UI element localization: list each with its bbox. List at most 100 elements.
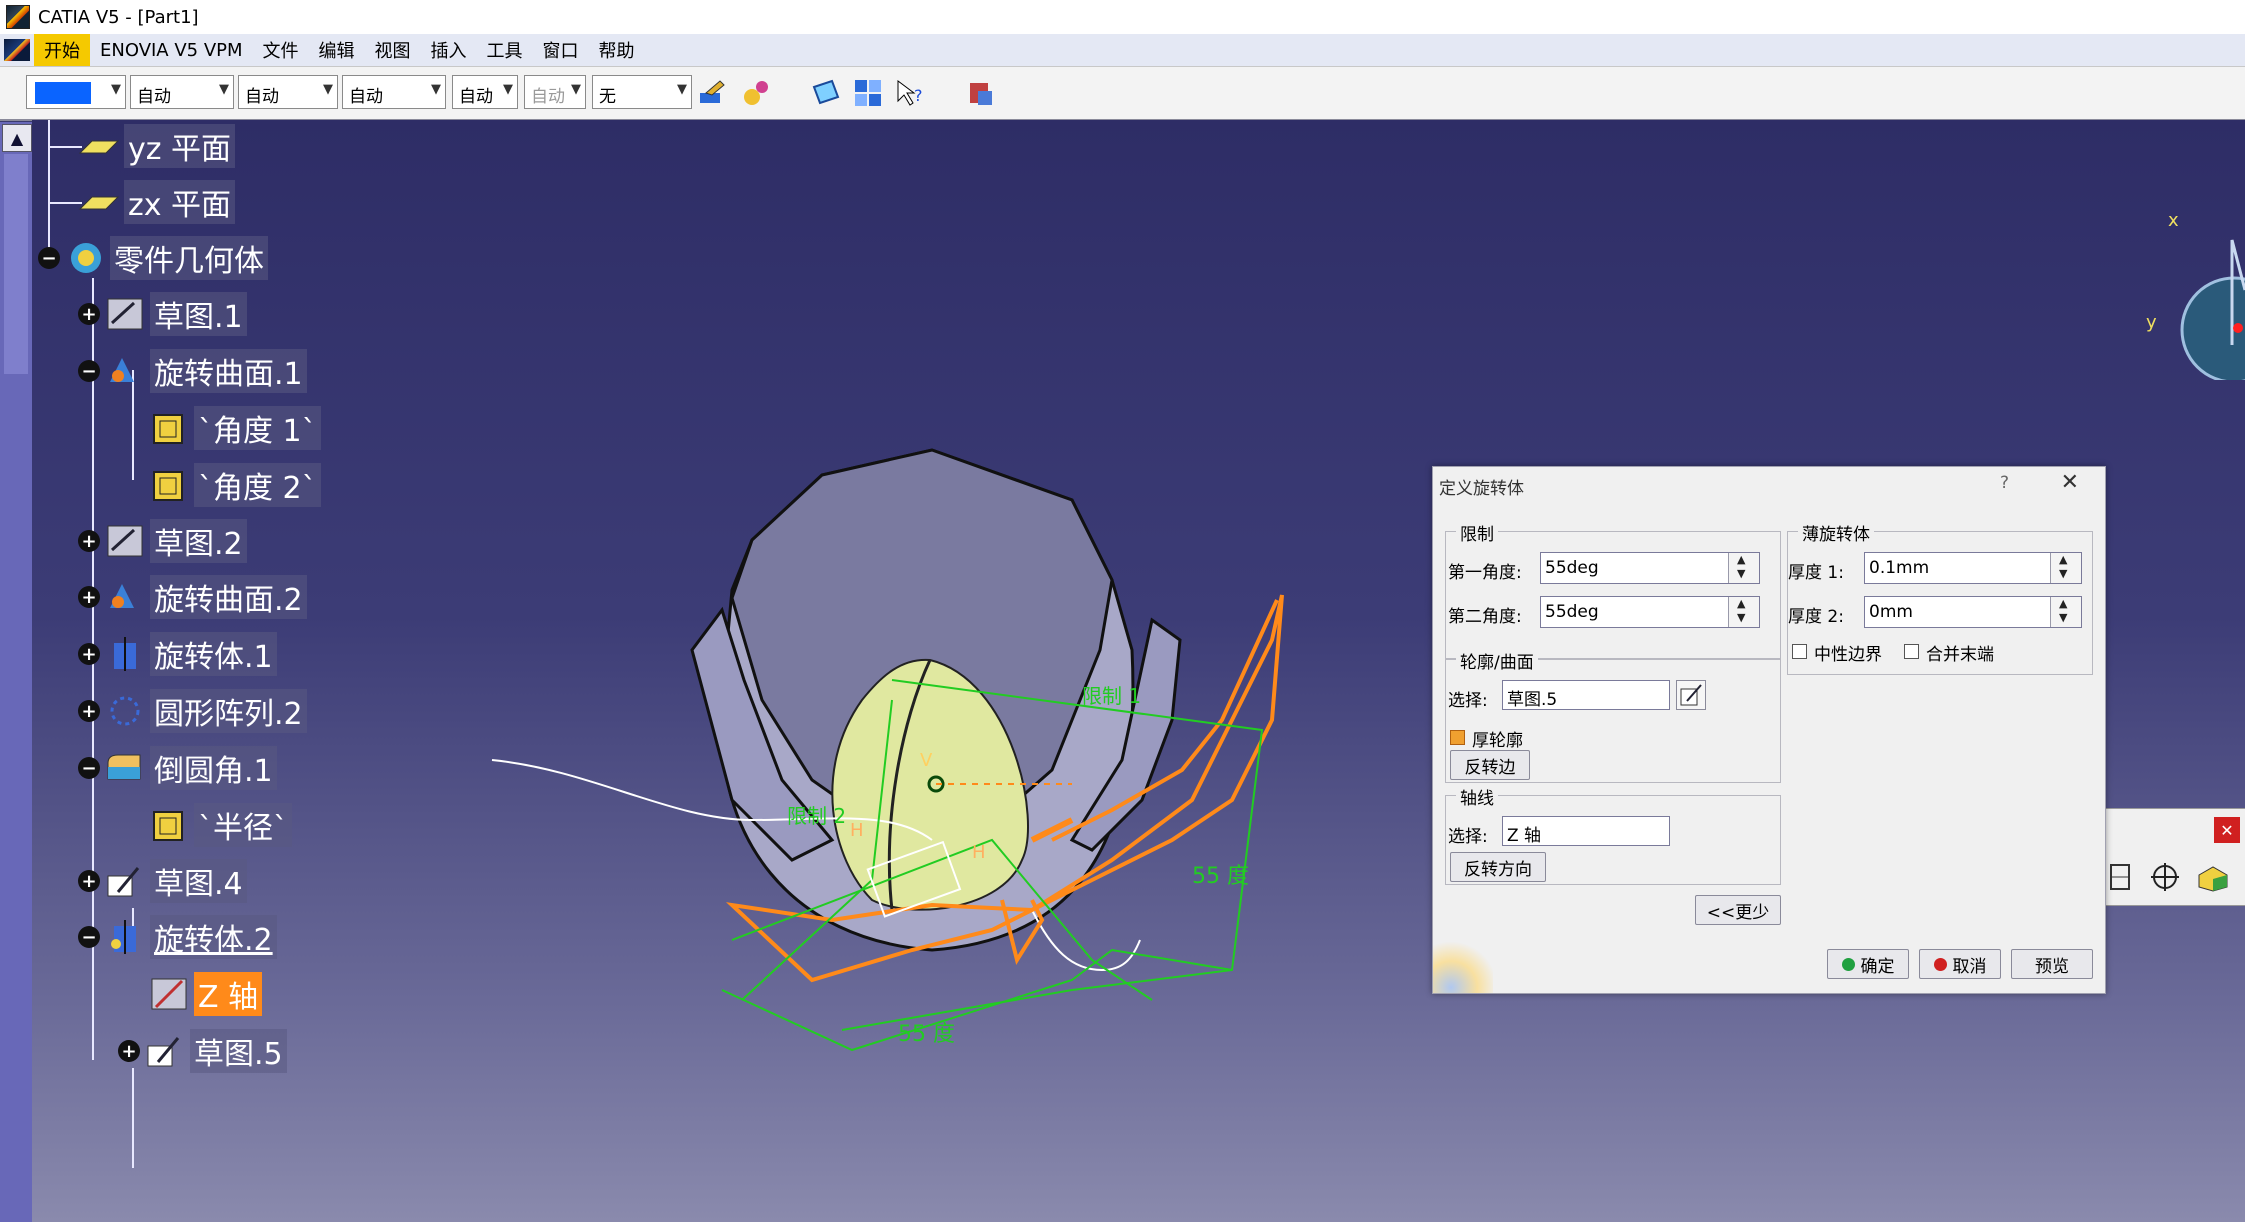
reverse-direction-button[interactable]: 反转方向 [1450,852,1546,882]
expand-icon[interactable]: + [78,586,100,608]
target-icon[interactable] [2149,861,2181,893]
collapse-icon[interactable]: − [78,926,100,948]
collapse-icon[interactable]: − [38,247,60,269]
help-pointer-icon[interactable]: ? [894,77,926,109]
menu-enovia[interactable]: ENOVIA V5 VPM [90,37,253,64]
tree-scrollbar[interactable]: ▲ [0,122,32,1222]
spin-up-icon[interactable]: ▲ [2059,597,2067,610]
expand-icon[interactable]: + [78,870,100,892]
help-icon[interactable]: ? [2000,473,2009,493]
menu-start[interactable]: 开始 [34,34,90,66]
reverse-side-button[interactable]: 反转边 [1450,750,1530,780]
tree-item-circular-pattern-2[interactable]: + 圆形阵列.2 [78,689,307,733]
thickness1-field[interactable]: 0.1mm ▲ ▼ [1864,552,2082,584]
profile-select-field[interactable]: 草图.5 [1502,680,1670,710]
menu-window[interactable]: 窗口 [533,34,589,66]
spin-buttons[interactable]: ▲ ▼ [1728,553,1759,583]
menu-view[interactable]: 视图 [365,34,421,66]
spin-down-icon[interactable]: ▼ [1737,611,1745,624]
merge-ends-label: 合并末端 [1926,645,1994,665]
plane-select-icon[interactable] [810,77,842,109]
tree-item-zx-plane[interactable]: zx 平面 [78,180,236,224]
expand-icon[interactable]: + [118,1040,140,1062]
tree-item-z-axis[interactable]: Z 轴 [148,972,263,1016]
tree-item-part-body[interactable]: − 零件几何体 [38,236,268,280]
brush-icon[interactable] [696,77,728,109]
sketcher-icon[interactable] [1676,680,1706,710]
expand-icon[interactable]: + [78,530,100,552]
spin-down-icon[interactable]: ▼ [2059,611,2067,624]
user-tools-icon[interactable] [964,77,996,109]
grid-icon[interactable] [2105,861,2135,893]
box-render-icon[interactable] [2195,861,2231,893]
tree-item-sketch-5[interactable]: + 草图.5 [118,1029,287,1073]
ok-button[interactable]: 确定 [1827,949,1909,979]
spin-buttons[interactable]: ▲ ▼ [2050,597,2081,627]
less-button[interactable]: <<更少 [1695,895,1781,925]
collapse-icon[interactable]: − [78,757,100,779]
tree-item-shaft-2[interactable]: − 旋转体.2 [78,915,277,959]
tree-item-revolve-surface-2[interactable]: + 旋转曲面.2 [78,575,307,619]
render-style-combo[interactable]: 自动 ▼ [524,75,586,109]
paint-bucket-icon[interactable] [740,77,772,109]
v-label: V [920,750,933,771]
preview-button[interactable]: 预览 [2011,949,2093,979]
ok-label: 确定 [1860,956,1895,977]
tree-item-radius[interactable]: `半径` [148,803,292,847]
layer-combo[interactable]: 无 ▼ [592,75,692,109]
linewidth-combo[interactable]: 自动 ▼ [238,75,338,109]
menu-tools[interactable]: 工具 [477,34,533,66]
catia-logo-icon[interactable] [4,39,30,61]
menu-file[interactable]: 文件 [253,34,309,66]
menu-help[interactable]: 帮助 [589,34,645,66]
menu-edit[interactable]: 编辑 [309,34,365,66]
spin-down-icon[interactable]: ▼ [1737,567,1745,580]
second-angle-field[interactable]: 55deg ▲ ▼ [1540,596,1760,628]
tree-item-sketch-1[interactable]: + 草图.1 [78,292,247,336]
thickness2-field[interactable]: 0mm ▲ ▼ [1864,596,2082,628]
cancel-label: 取消 [1952,956,1987,977]
transparency-combo[interactable]: 自动 ▼ [130,75,234,109]
tree-item-angle-1[interactable]: `角度 1` [148,406,321,450]
tree-item-shaft-1[interactable]: + 旋转体.1 [78,632,277,676]
tree-item-sketch-4[interactable]: + 草图.4 [78,859,247,903]
expand-icon[interactable]: + [78,303,100,325]
tree-item-angle-2[interactable]: `角度 2` [148,463,321,507]
menu-bar: 开始 ENOVIA V5 VPM 文件 编辑 视图 插入 工具 窗口 帮助 [0,34,2245,66]
close-icon[interactable]: ✕ [2061,470,2079,495]
color-combo[interactable]: ▼ [26,75,126,109]
tree-item-sketch-2[interactable]: + 草图.2 [78,519,247,563]
tree-item-yz-plane[interactable]: yz 平面 [78,124,236,168]
neutral-fiber-checkbox[interactable] [1792,644,1807,659]
expand-icon[interactable]: + [78,700,100,722]
spin-up-icon[interactable]: ▲ [1737,553,1745,566]
spin-up-icon[interactable]: ▲ [1737,597,1745,610]
merge-ends-checkbox[interactable] [1904,644,1919,659]
revolve-surface-icon [110,584,134,608]
dialog-title-bar[interactable]: 定义旋转体 ? ✕ [1433,467,2105,503]
collapse-icon[interactable]: − [78,360,100,382]
tree-item-revolve-surface-1[interactable]: − 旋转曲面.1 [78,349,307,393]
point-symbol-combo[interactable]: 自动 ▼ [452,75,518,109]
tree-item-label: 草图.1 [150,292,247,336]
close-icon[interactable]: ✕ [2214,817,2240,843]
chevron-down-icon: ▼ [431,82,441,97]
expand-icon[interactable]: + [78,643,100,665]
spin-buttons[interactable]: ▲ ▼ [2050,553,2081,583]
compass-icon[interactable] [2152,200,2245,380]
first-angle-field[interactable]: 55deg ▲ ▼ [1540,552,1760,584]
multi-view-icon[interactable] [852,77,884,109]
thin-shaft-group: 薄旋转体 厚度 1: 0.1mm ▲ ▼ 厚度 2: 0mm ▲ ▼ 中性边界 合并… [1787,520,2093,675]
scroll-thumb[interactable] [4,154,28,374]
tree-item-fillet-1[interactable]: − 倒圆角.1 [78,746,277,790]
scroll-up-arrow-icon[interactable]: ▲ [2,124,32,152]
thick-profile-checkbox[interactable] [1450,730,1465,745]
spin-down-icon[interactable]: ▼ [2059,567,2067,580]
chevron-down-icon: ▼ [677,82,687,97]
axis-select-field[interactable]: Z 轴 [1502,816,1670,846]
spin-buttons[interactable]: ▲ ▼ [1728,597,1759,627]
menu-insert[interactable]: 插入 [421,34,477,66]
cancel-button[interactable]: 取消 [1919,949,2001,979]
linetype-combo[interactable]: 自动 ▼ [342,75,446,109]
spin-up-icon[interactable]: ▲ [2059,553,2067,566]
